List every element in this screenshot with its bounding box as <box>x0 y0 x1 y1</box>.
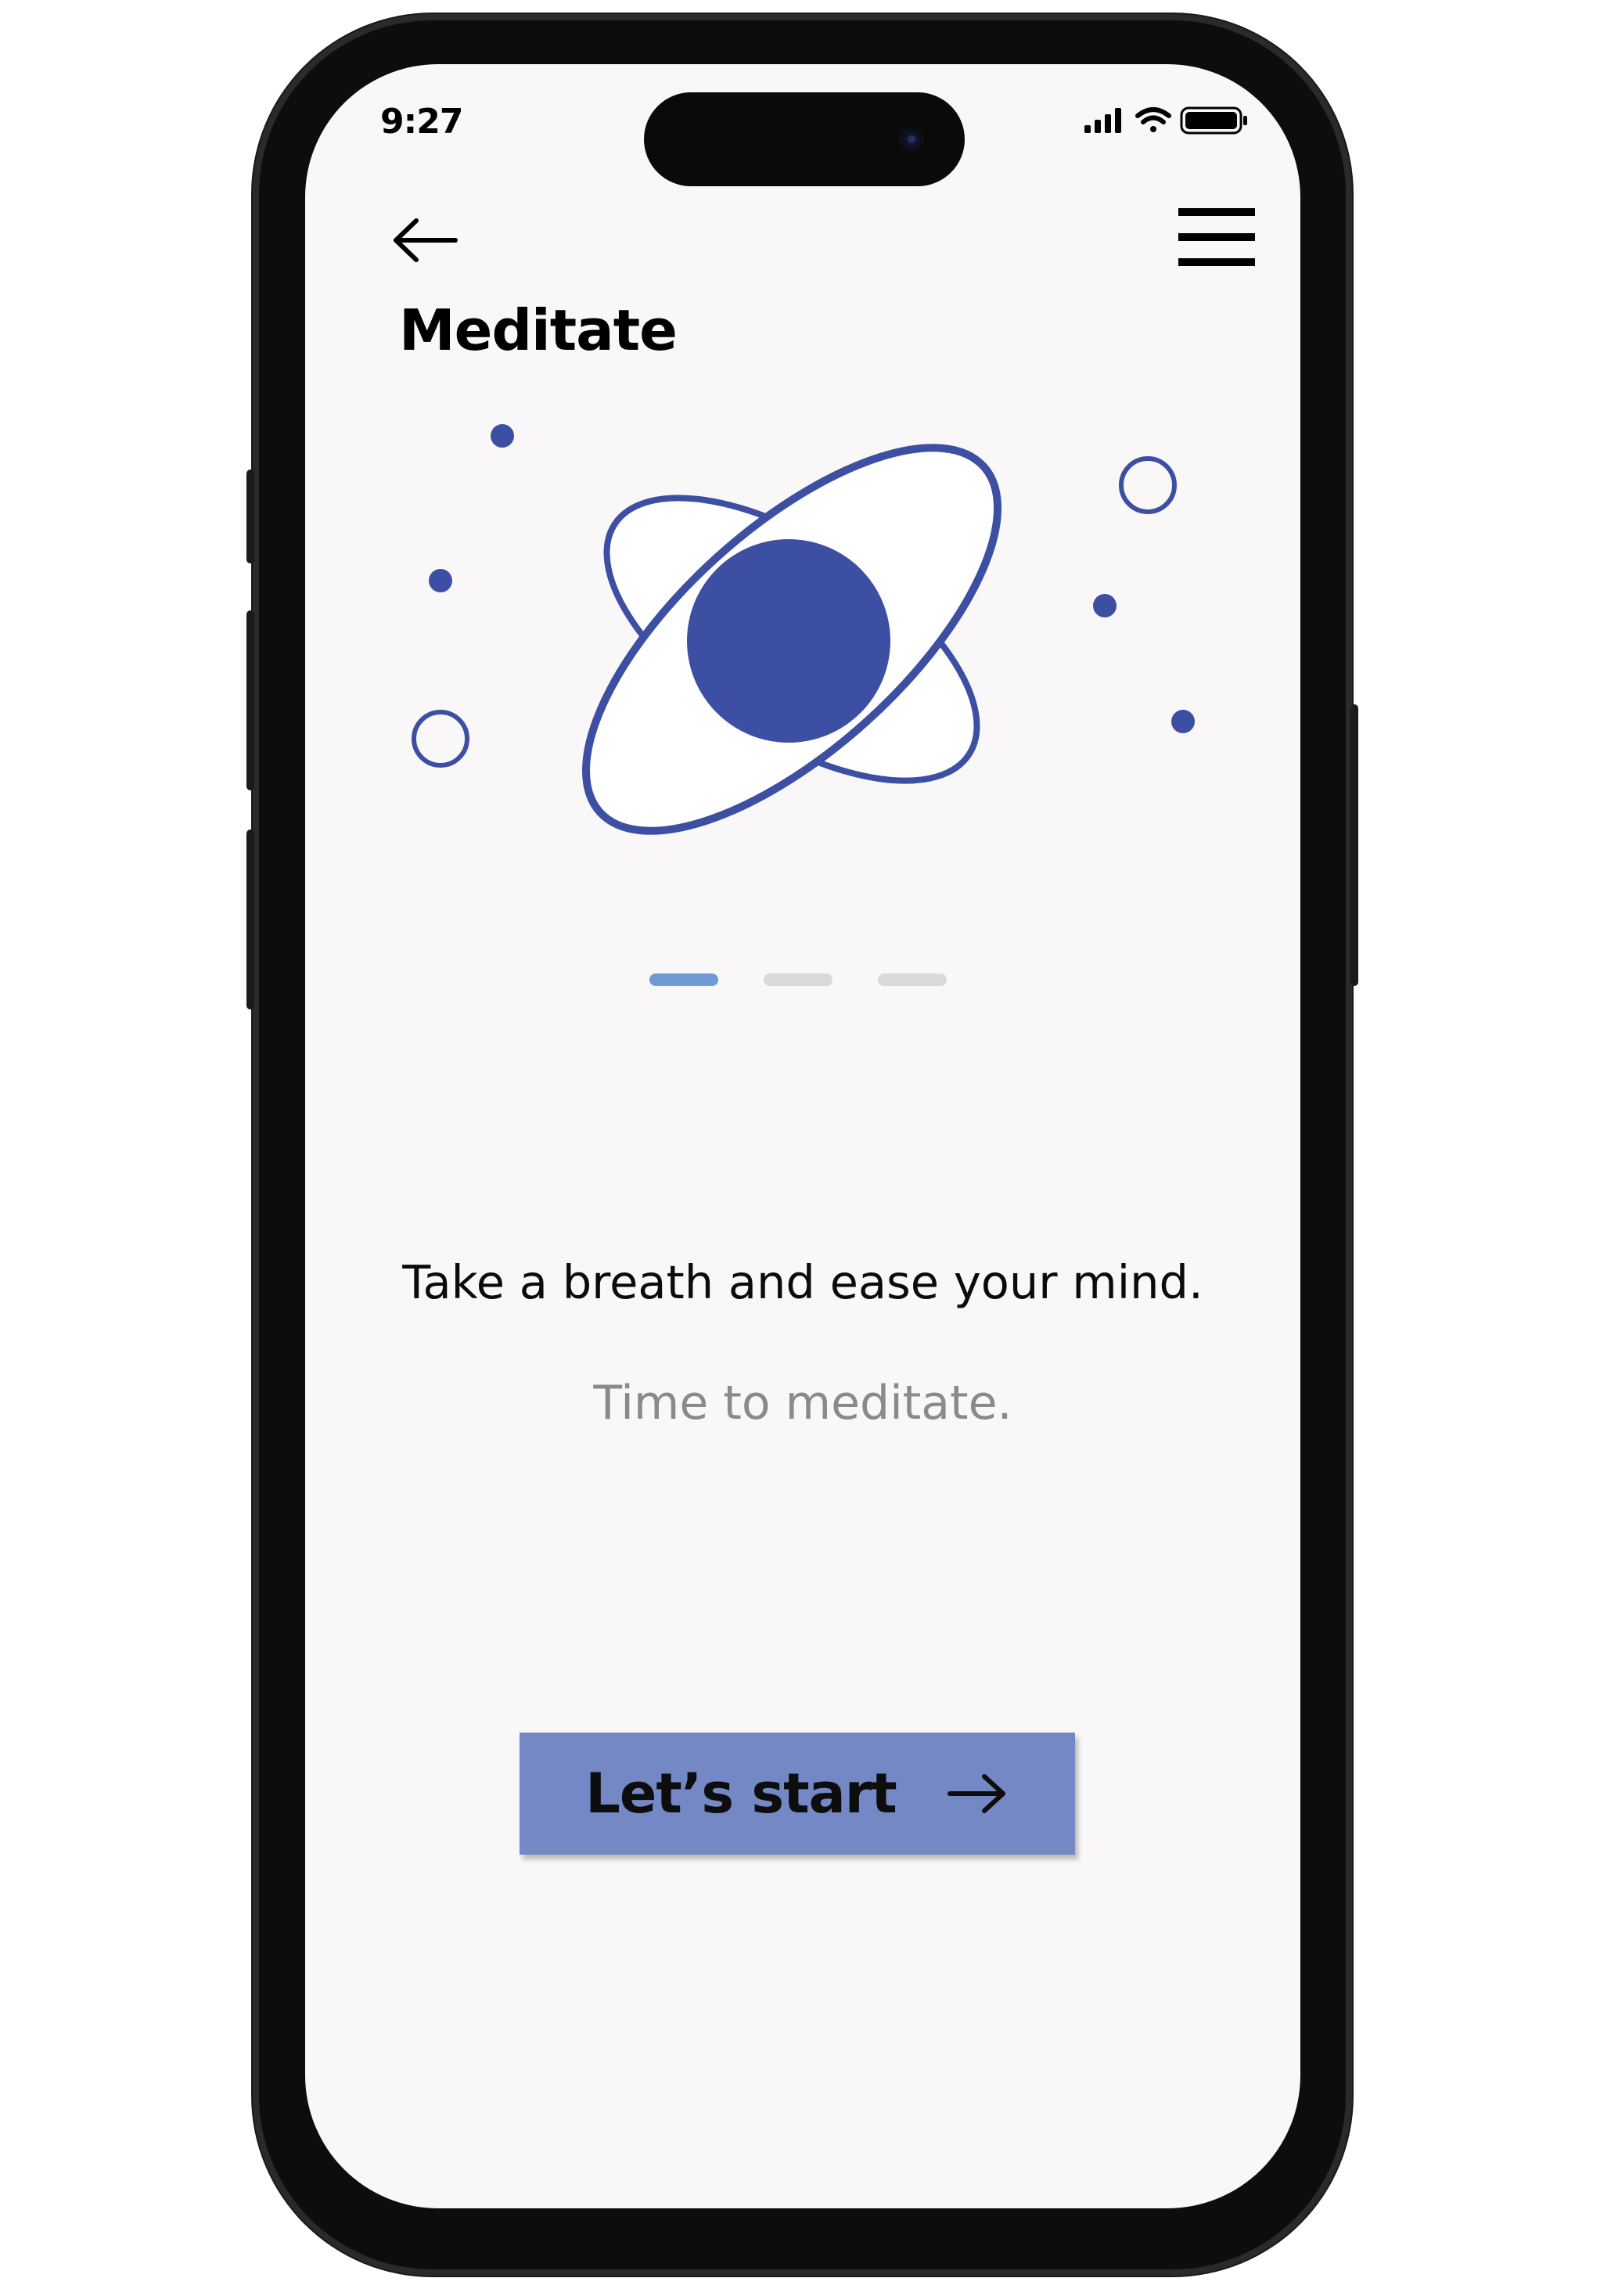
planet-core <box>687 539 890 743</box>
subline-text: Time to meditate. <box>593 1376 1012 1431</box>
pager-dot-1[interactable] <box>649 973 718 986</box>
decor-dot <box>1093 594 1117 617</box>
decor-dot <box>491 424 514 448</box>
decor-ring <box>1119 456 1177 514</box>
lets-start-label: Let’s start <box>585 1762 897 1826</box>
pager-dot-2[interactable] <box>764 973 832 986</box>
phone-side-button <box>246 830 254 1009</box>
app-screen: 9:27 Meditate Take a breath and ease you… <box>305 64 1300 2208</box>
headline-text: Take a breath and ease your mind. <box>402 1255 1203 1309</box>
decor-dot <box>1171 710 1195 733</box>
atom-orbit-illustration <box>412 424 1195 835</box>
arrow-right-icon <box>947 1774 1005 1813</box>
decor-dot <box>429 569 452 592</box>
pager-dot-3[interactable] <box>878 973 947 986</box>
canvas: 9:27 Meditate Take a breath and ease you… <box>0 0 1611 2296</box>
lets-start-button[interactable]: Let’s start <box>520 1733 1075 1855</box>
phone-side-button <box>246 610 254 790</box>
decor-ring <box>412 710 469 768</box>
phone-side-button <box>1350 704 1358 986</box>
onboarding-pager <box>649 973 947 986</box>
phone-side-button <box>246 470 254 563</box>
